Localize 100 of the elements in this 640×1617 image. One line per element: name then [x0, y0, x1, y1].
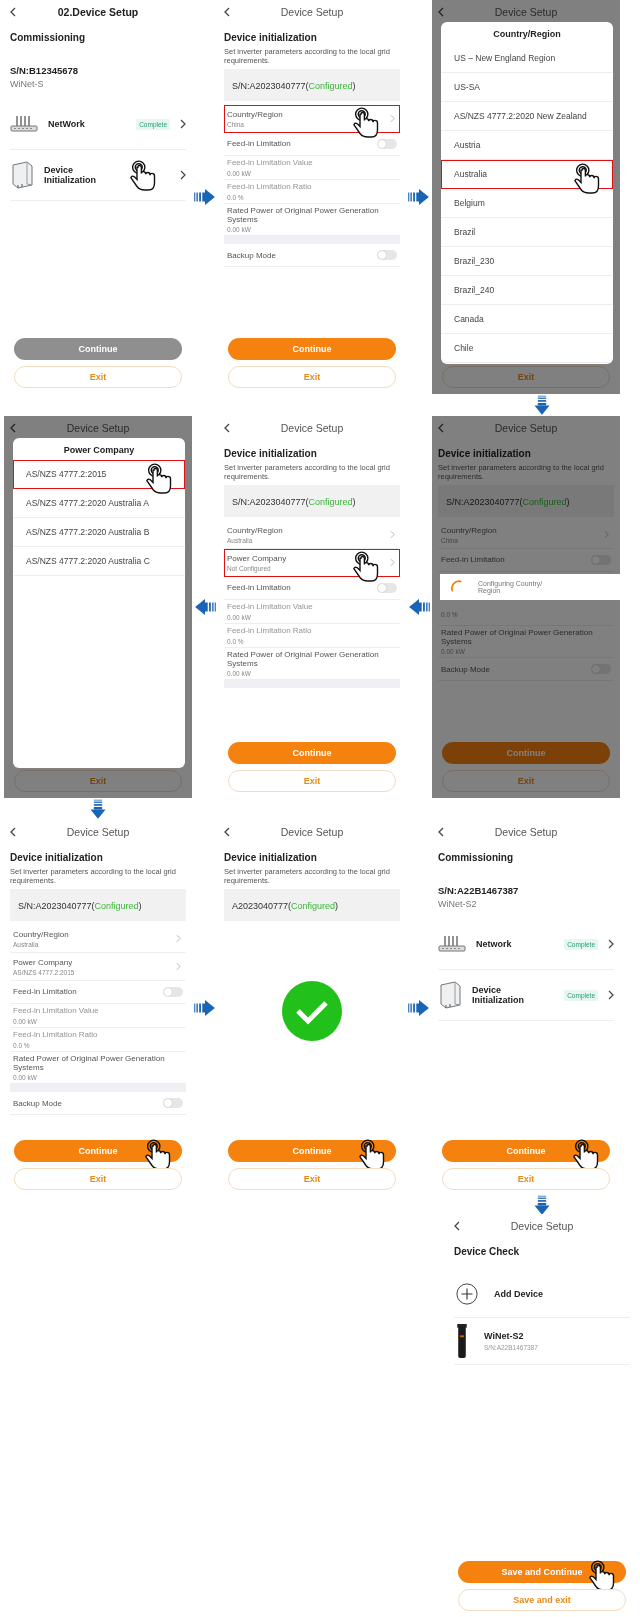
setting-label: Feed-in Limitation Ratio	[227, 182, 312, 192]
toggle-switch[interactable]	[377, 583, 397, 593]
success-check-icon	[282, 981, 342, 1041]
option-item[interactable]: Brazil_240	[441, 276, 613, 305]
back-icon[interactable]	[438, 423, 444, 433]
screen-title: 02.Device Setup	[56, 6, 140, 18]
setting-label: Backup Mode	[441, 664, 490, 674]
screen-title: Device Setup	[65, 422, 131, 434]
option-item[interactable]: AS/NZS 4777.2:2020 Australia C	[13, 547, 185, 576]
setting-label: Feed-in Limitation Value	[227, 158, 313, 168]
screen-title: Device Setup	[279, 6, 345, 18]
chevron-right-icon	[390, 530, 395, 539]
chevron-right-icon	[390, 558, 395, 567]
inverter-icon	[10, 161, 34, 189]
option-item[interactable]: US-SA	[441, 73, 613, 102]
setup-step-item[interactable]: Device Initialization	[10, 150, 186, 201]
section-heading: Device initialization	[224, 852, 318, 863]
section-heading: Device initialization	[224, 448, 318, 459]
router-icon	[438, 934, 466, 954]
back-icon[interactable]	[454, 1221, 460, 1231]
back-icon[interactable]	[438, 827, 444, 837]
section-heading: Device initialization	[10, 852, 104, 863]
toggle-switch[interactable]	[163, 1098, 183, 1109]
section-heading: Device initialization	[438, 448, 532, 459]
back-icon[interactable]	[10, 7, 16, 17]
option-item[interactable]: Brazil	[441, 218, 613, 247]
inverter-icon	[438, 981, 462, 1009]
screen-title: Device Setup	[509, 1220, 575, 1232]
setting-label: Country/Region	[441, 525, 497, 536]
option-item[interactable]: Canada	[441, 305, 613, 334]
step-label: Device Initialization	[472, 985, 525, 1005]
device-item[interactable]: Add Device	[454, 1271, 630, 1318]
screen-title: Device Setup	[493, 6, 559, 18]
serial-number: S/N:A22B1467387	[438, 885, 520, 896]
back-icon[interactable]	[224, 423, 230, 433]
setting-label: Country/Region	[227, 525, 283, 536]
serial-status-text: S/N:A2023040777(Configured)	[232, 497, 356, 507]
setting-label: Feed-in Limitation Ratio	[13, 1030, 98, 1040]
spinner-icon	[450, 580, 464, 594]
setting-label: Feed-in Limitation	[441, 555, 505, 565]
option-item[interactable]: AS/NZS 4777.2:2020 Australia A	[13, 489, 185, 518]
serial-status-text: S/N:A2023040777(Configured)	[446, 497, 570, 507]
setting-label: Country/Region	[227, 109, 283, 120]
serial-status-text: S/N:A2023040777(Configured)	[232, 81, 356, 91]
arrow-icon	[194, 999, 216, 1017]
setting-label: Backup Mode	[13, 1098, 62, 1108]
setting-label: Rated Power of Original Power Generation Systems	[227, 206, 380, 225]
section-heading: Commissioning	[10, 32, 86, 43]
option-item[interactable]: Brazil_230	[441, 247, 613, 276]
arrow-icon	[89, 799, 107, 819]
step-label: Network	[476, 939, 513, 949]
device-label: WiNet-S2	[484, 1331, 525, 1341]
screen-title: Device Setup	[493, 422, 559, 434]
back-icon[interactable]	[10, 423, 16, 433]
chevron-right-icon	[176, 962, 181, 971]
toggle-switch[interactable]	[377, 250, 397, 261]
step-label: Device Initialization	[44, 165, 97, 185]
setting-label: Rated Power of Original Power Generation Systems	[441, 628, 594, 647]
option-item[interactable]: Belgium	[441, 189, 613, 218]
chevron-right-icon	[180, 119, 186, 129]
option-item[interactable]: US – New England Region	[441, 44, 613, 73]
chevron-right-icon	[180, 170, 186, 180]
setting-label: Country/Region	[13, 929, 69, 940]
screen-title: Device Setup	[493, 826, 559, 838]
screen-title: Device Setup	[279, 422, 345, 434]
setting-label: Rated Power of Original Power Generation Systems	[13, 1054, 166, 1073]
section-heading: Commissioning	[438, 852, 514, 863]
arrow-icon	[408, 188, 430, 206]
arrow-icon	[533, 395, 551, 415]
toggle-switch[interactable]	[377, 139, 397, 149]
chevron-right-icon	[390, 114, 395, 123]
back-icon[interactable]	[224, 827, 230, 837]
arrow-icon	[408, 999, 430, 1017]
device-label: Add Device	[494, 1289, 545, 1299]
model-name: WiNet-S2	[438, 899, 478, 909]
setting-label: Feed-in Limitation	[227, 583, 291, 593]
setting-label: Feed-in Limitation Value	[227, 602, 313, 612]
dialog-title: Country/Region	[492, 28, 562, 41]
setting-label: Power Company	[13, 957, 73, 968]
chevron-right-icon	[608, 990, 614, 1000]
dongle-icon	[456, 1324, 468, 1358]
screen-title: Device Setup	[279, 826, 345, 838]
section-heading: Device initialization	[224, 32, 318, 43]
option-item[interactable]: Austria	[441, 131, 613, 160]
arrow-icon	[533, 1195, 551, 1215]
back-icon[interactable]	[438, 7, 444, 17]
section-heading: Device Check	[454, 1246, 521, 1257]
option-item[interactable]: Chile	[441, 334, 613, 363]
arrow-icon	[194, 188, 216, 206]
step-label: NetWork	[48, 119, 86, 129]
arrow-icon	[408, 598, 430, 616]
serial-status-text: A2023040777(Configured)	[232, 901, 339, 911]
option-item[interactable]: AS/NZS 4777.2:2020 New Zealand	[441, 102, 613, 131]
back-icon[interactable]	[10, 827, 16, 837]
setting-label: Power Company	[227, 553, 287, 564]
back-icon[interactable]	[224, 7, 230, 17]
toggle-switch[interactable]	[163, 987, 183, 997]
setting-label: Feed-in Limitation	[13, 987, 77, 997]
option-item[interactable]: AS/NZS 4777.2:2020 Australia B	[13, 518, 185, 547]
setting-label: Feed-in Limitation Value	[13, 1006, 99, 1016]
